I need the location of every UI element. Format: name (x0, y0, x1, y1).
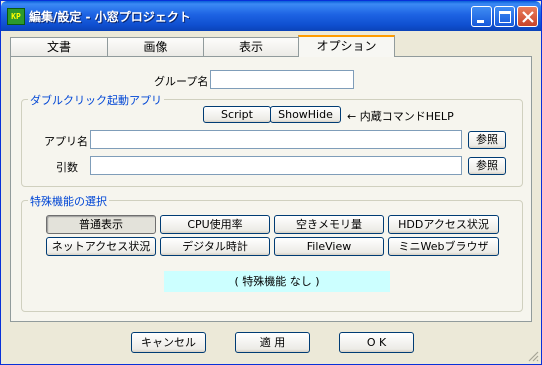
browse-app-button[interactable]: 参照 (468, 131, 506, 149)
tab-document[interactable]: 文書 (10, 37, 108, 56)
options-panel: グループ名 ダブルクリック起動アプリ Script ShowHide ← 内蔵コ… (10, 56, 532, 322)
app-launch-legend: ダブルクリック起動アプリ (28, 92, 164, 108)
tab-options[interactable]: オプション (298, 35, 395, 57)
group-name-input[interactable] (210, 70, 354, 89)
title-bar[interactable]: KP 編集/設定 - 小窓プロジェクト (1, 1, 541, 31)
help-text: ← 内蔵コマンドHELP (347, 110, 454, 123)
mode-cpu-button[interactable]: CPU使用率 (160, 215, 270, 234)
showhide-button[interactable]: ShowHide (270, 106, 341, 123)
minimize-icon (477, 20, 484, 23)
app-launch-group: ダブルクリック起動アプリ Script ShowHide ← 内蔵コマンドHEL… (21, 92, 523, 187)
special-function-group: 特殊機能の選択 普通表示 CPU使用率 空きメモリ量 HDDアクセス状況 ネット… (21, 193, 523, 312)
mode-fileview-button[interactable]: FileView (274, 237, 384, 256)
resize-grip-icon[interactable] (527, 350, 539, 362)
app-name-label: アプリ名 (44, 135, 88, 148)
mode-normal-button[interactable]: 普通表示 (46, 215, 156, 234)
special-function-status: ( 特殊機能 なし ) (164, 271, 390, 292)
mode-clock-button[interactable]: デジタル時計 (160, 237, 270, 256)
script-button[interactable]: Script (203, 106, 271, 123)
minimize-button[interactable] (471, 6, 492, 27)
maximize-icon (499, 11, 511, 23)
args-label: 引数 (56, 161, 78, 174)
ok-button[interactable]: O K (339, 332, 414, 353)
tab-display[interactable]: 表示 (203, 37, 299, 56)
mode-network-button[interactable]: ネットアクセス状況 (46, 237, 156, 256)
close-button[interactable] (517, 6, 538, 27)
maximize-button[interactable] (494, 6, 515, 27)
browse-args-button[interactable]: 参照 (468, 157, 506, 175)
mode-hdd-button[interactable]: HDDアクセス状況 (388, 215, 499, 234)
app-icon: KP (7, 8, 25, 25)
cancel-button[interactable]: キャンセル (131, 332, 206, 353)
special-function-legend: 特殊機能の選択 (28, 193, 109, 209)
apply-button[interactable]: 適 用 (235, 332, 310, 353)
tab-image[interactable]: 画像 (107, 37, 204, 56)
group-name-label: グループ名 (154, 75, 209, 88)
args-input[interactable] (90, 156, 462, 175)
dialog-window: KP 編集/設定 - 小窓プロジェクト 文書 画像 表示 オプション グループ名… (0, 0, 542, 365)
close-icon (522, 11, 534, 23)
app-name-input[interactable] (90, 130, 462, 149)
window-title: 編集/設定 - 小窓プロジェクト (29, 10, 191, 24)
mode-memory-button[interactable]: 空きメモリ量 (274, 215, 384, 234)
mode-webbrowser-button[interactable]: ミニWebブラウザ (388, 237, 499, 256)
